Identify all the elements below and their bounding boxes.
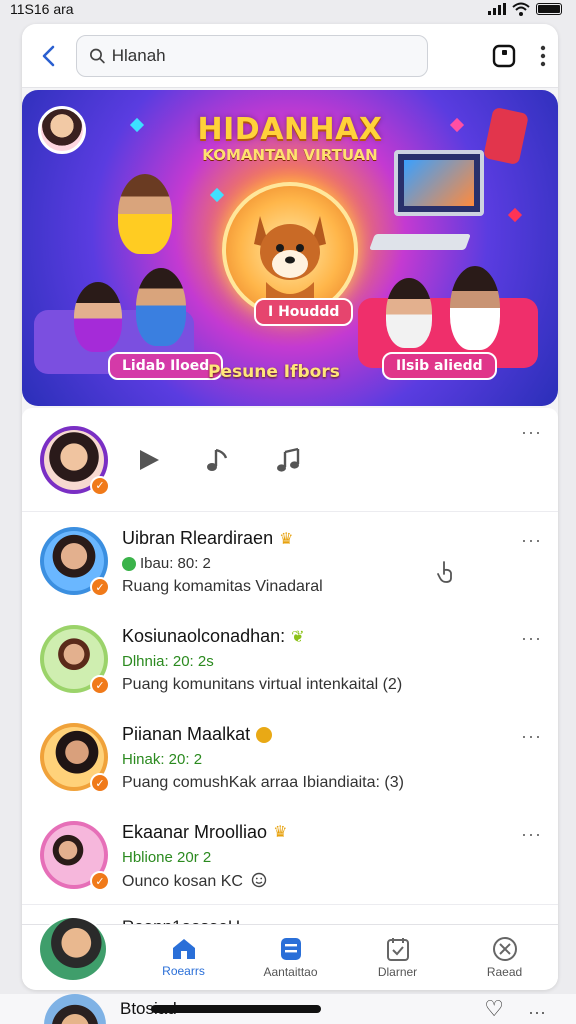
app-window: HIDANHAX KOMANTAN VIRTUAN I Houddd Lidab… (22, 24, 558, 990)
nav-calendar[interactable]: Dlarner (344, 936, 451, 979)
kid-figure (136, 268, 186, 346)
verified-badge-icon: ✓ (90, 475, 110, 496)
banner-title: HIDANHAX (197, 112, 383, 147)
media-controls (136, 446, 304, 474)
item-description: Puang comushKak arraa Ibiandiaita: (3) (122, 774, 404, 791)
media-row: ✓ ··· (22, 408, 558, 512)
item-name: Kosiunaolconadhan: (122, 626, 286, 646)
sparkle-icon (209, 187, 225, 203)
wifi-icon (512, 2, 530, 16)
banner-tag-right: Ilsib aliedd (382, 352, 497, 380)
search-bar[interactable] (76, 34, 428, 77)
nav-compass[interactable]: Raead (451, 936, 558, 979)
kid-figure (450, 266, 500, 350)
item-name: Ekaanar Mroolliao (122, 821, 268, 842)
list-item[interactable]: ✓ Ekaanar Mroolliao ♛ Hblione 20r 2 Ounco… (22, 806, 558, 904)
avatar: ✓ (40, 821, 110, 891)
banner-tag-center: I Houddd (254, 298, 354, 326)
scan-button[interactable] (492, 44, 516, 68)
nav-home-label: Roearrs (162, 964, 205, 978)
list-item[interactable]: ✓ Kosiunaolconadhan: ❦ Dlhnia: 20: 2s Pua… (22, 610, 558, 708)
item-meta: Hblione 20r 2 (122, 848, 212, 866)
item-name: Uibran Rleardiraen (122, 528, 274, 548)
dog-mascot-icon (254, 216, 326, 304)
item-meta: Ibau: 80: 2 (140, 555, 211, 572)
kid-figure (118, 174, 172, 254)
avatar: ✓ (40, 625, 110, 695)
verified-badge-icon: ✓ (90, 773, 110, 793)
avatar[interactable]: ✓ (40, 425, 110, 496)
progress-bar (150, 1005, 321, 1013)
more-options-icon[interactable]: ··· (521, 824, 542, 845)
touch-hand-icon (437, 561, 452, 583)
search-icon (90, 48, 105, 63)
scan-icon (492, 44, 516, 67)
chat-icon (280, 938, 301, 960)
play-icon[interactable] (136, 447, 162, 473)
crown-icon: ♛ (273, 824, 288, 841)
more-options-icon[interactable]: ··· (521, 422, 542, 443)
back-button[interactable] (36, 44, 60, 68)
verified-badge-icon: ✓ (90, 675, 110, 695)
chevron-left-icon (42, 45, 55, 66)
battery-icon (536, 3, 562, 15)
content-panel: ✓ ··· ✓ Uibran Rleardiraen ♛ Ibau: 80: 2… (22, 408, 558, 988)
item-description: Ounco kosan KC (122, 872, 243, 890)
more-vertical-icon (540, 45, 546, 66)
status-bar: 11S16 ara (0, 0, 576, 18)
banner-tag-left: Lidab Iloed (108, 352, 224, 380)
more-options-icon[interactable]: ··· (521, 530, 542, 551)
signal-icon (488, 3, 506, 15)
avatar: ✓ (40, 527, 110, 597)
item-description: Ruang komamitas Vinadaral (122, 578, 323, 595)
kid-figure (386, 278, 432, 348)
heart-icon[interactable]: ♡ (484, 996, 504, 1022)
keyboard-illustration (369, 234, 471, 250)
peek-list-item[interactable]: Btosiad ♡ ··· (0, 994, 576, 1024)
item-name: Piianan Maalkat (122, 724, 251, 744)
bottom-nav: Roearrs Aantaittao Dlarner Raead (22, 916, 558, 990)
smile-icon (252, 872, 267, 887)
verified-badge-icon: ✓ (90, 871, 110, 891)
nav-compass-label: Raead (486, 965, 523, 979)
avatar: ✓ (40, 723, 110, 793)
more-options-icon[interactable]: ··· (528, 1002, 546, 1023)
sparkle-icon (507, 207, 523, 223)
item-description: Puang komunitans virtual intenkaital (2) (122, 676, 403, 693)
computer-illustration (394, 150, 484, 216)
home-icon (172, 939, 195, 959)
nav-chat-label: Aantaittao (263, 965, 318, 979)
top-bar (22, 24, 558, 88)
nav-home[interactable]: Roearrs (130, 937, 237, 978)
coin-icon (256, 726, 273, 743)
music-note-icon[interactable] (206, 446, 232, 474)
top-actions (492, 44, 546, 68)
more-options-icon[interactable]: ··· (521, 628, 542, 649)
list-item[interactable]: ✓ Piianan Maalkat Hinak: 20: 2 Puang com… (22, 708, 558, 806)
status-time: 11S16 ara (10, 1, 74, 17)
avatar (44, 994, 106, 1024)
more-options-icon[interactable]: ··· (521, 726, 542, 747)
list-item[interactable]: ✓ Uibran Rleardiraen ♛ Ibau: 80: 2 Ruang … (22, 512, 558, 610)
music-notes-icon[interactable] (276, 446, 304, 474)
nav-chat[interactable]: Aantaittao (237, 936, 344, 979)
crown-icon: ♛ (279, 530, 294, 548)
calendar-icon (386, 938, 409, 961)
banner-caption: Pesune Ifbors (208, 362, 340, 382)
leaf-icon: ❦ (291, 628, 305, 646)
kid-figure (74, 282, 122, 352)
more-options-button[interactable] (540, 45, 546, 67)
search-input[interactable] (111, 45, 415, 66)
status-icons (488, 2, 562, 16)
compass-icon (492, 937, 517, 961)
nav-calendar-label: Dlarner (377, 965, 418, 979)
verified-badge-icon: ✓ (90, 577, 110, 597)
profile-thumbnail[interactable] (38, 916, 108, 982)
item-meta: Hinak: 20: 2 (122, 751, 203, 768)
item-meta: Dlhnia: 20: 2s (122, 653, 214, 670)
game-icon (122, 556, 136, 571)
hero-banner[interactable]: HIDANHAX KOMANTAN VIRTUAN I Houddd Lidab… (22, 90, 558, 406)
